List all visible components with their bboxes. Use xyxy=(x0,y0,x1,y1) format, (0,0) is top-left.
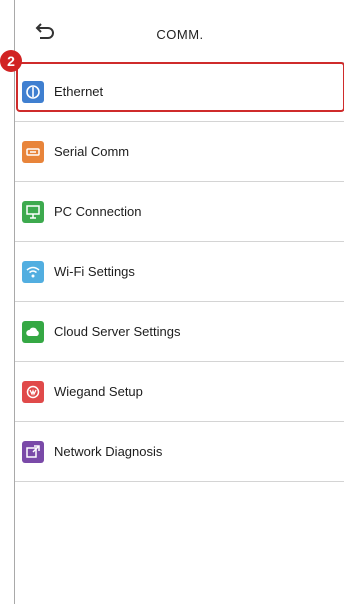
menu-item-pc-connection[interactable]: PC Connection xyxy=(15,182,344,242)
menu-item-serial-comm[interactable]: Serial Comm xyxy=(15,122,344,182)
menu-item-label: PC Connection xyxy=(54,204,142,219)
comm-menu: Ethernet Serial Comm PC Connection Wi-Fi… xyxy=(15,62,344,482)
menu-item-label: Serial Comm xyxy=(54,144,130,159)
wifi-icon xyxy=(22,260,44,283)
menu-item-network-diagnosis[interactable]: Network Diagnosis xyxy=(15,422,344,482)
page-title: COMM. xyxy=(156,27,204,42)
pc-connection-icon xyxy=(22,200,44,223)
serial-comm-icon xyxy=(22,140,44,163)
menu-item-label: Ethernet xyxy=(54,84,104,99)
network-diagnosis-icon xyxy=(22,440,44,463)
cloud-icon xyxy=(22,320,44,343)
header-bar: COMM. xyxy=(15,0,344,63)
menu-item-label: Network Diagnosis xyxy=(54,444,163,459)
ethernet-icon xyxy=(22,80,44,103)
menu-item-label: Wi-Fi Settings xyxy=(54,264,135,279)
step-number-badge: 2 xyxy=(0,50,22,72)
menu-item-ethernet[interactable]: Ethernet xyxy=(15,62,344,122)
wiegand-icon xyxy=(22,380,44,403)
menu-item-wifi-settings[interactable]: Wi-Fi Settings xyxy=(15,242,344,302)
menu-item-wiegand-setup[interactable]: Wiegand Setup xyxy=(15,362,344,422)
comm-screen: COMM. Ethernet Serial Comm PC Connection… xyxy=(14,0,344,604)
menu-item-label: Cloud Server Settings xyxy=(54,324,181,339)
menu-item-label: Wiegand Setup xyxy=(54,384,143,399)
menu-item-cloud-server-settings[interactable]: Cloud Server Settings xyxy=(15,302,344,362)
